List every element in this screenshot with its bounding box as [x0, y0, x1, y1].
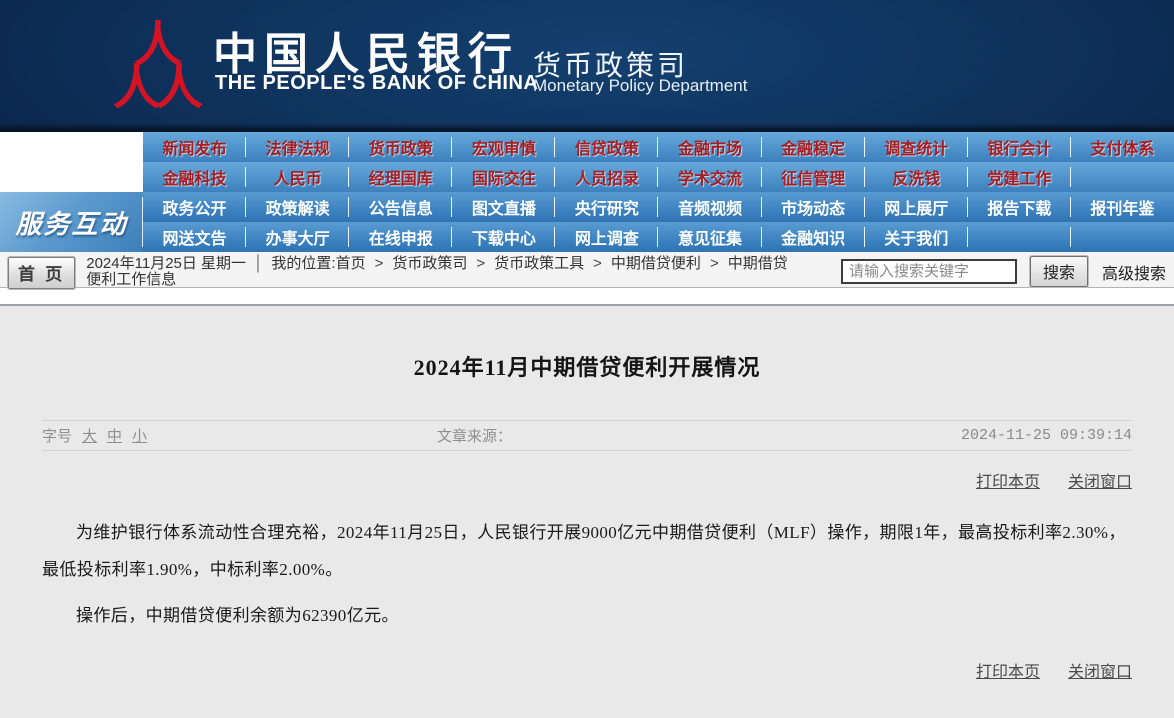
font-size-option-小[interactable]: 小 — [132, 425, 147, 446]
service-interaction-label: 服务互动 — [15, 204, 127, 241]
breadcrumb-home[interactable]: 我的位置:首页 — [271, 255, 365, 272]
nav-item-意见征集[interactable]: 意见征集 — [658, 222, 761, 252]
breadcrumb-item[interactable]: 货币政策工具 — [494, 255, 584, 272]
article-actions-bottom: 打印本页 关闭窗口 — [42, 658, 1132, 682]
nav-item-银行会计[interactable]: 银行会计 — [968, 132, 1071, 162]
nav-item-empty — [1071, 162, 1174, 192]
nav-item-央行研究[interactable]: 央行研究 — [555, 192, 658, 222]
nav-item-金融知识[interactable]: 金融知识 — [762, 222, 865, 252]
search-zone: 搜索 高级搜索 — [841, 255, 1166, 287]
font-size-option-大[interactable]: 大 — [82, 425, 97, 446]
site-banner: 人 人 人 中国人民银行 THE PEOPLE'S BANK OF CHINA … — [0, 0, 1174, 132]
nav-item-网上调查[interactable]: 网上调查 — [555, 222, 658, 252]
breadcrumb-item[interactable]: 货币政策司 — [392, 255, 467, 272]
service-interaction-block: 服务互动 — [0, 192, 143, 252]
page-title: 2024年11月中期借贷便利开展情况 — [42, 306, 1132, 382]
nav-item-下载中心[interactable]: 下载中心 — [452, 222, 555, 252]
close-window-link[interactable]: 关闭窗口 — [1068, 658, 1132, 682]
breadcrumb-separator: > — [710, 255, 719, 272]
nav-item-法律法规[interactable]: 法律法规 — [246, 132, 349, 162]
nav-item-政策解读[interactable]: 政策解读 — [246, 192, 349, 222]
nav-item-市场动态[interactable]: 市场动态 — [762, 192, 865, 222]
nav-item-党建工作[interactable]: 党建工作 — [968, 162, 1071, 192]
close-window-link[interactable]: 关闭窗口 — [1068, 468, 1132, 492]
nav-item-支付体系[interactable]: 支付体系 — [1071, 132, 1174, 162]
home-button[interactable]: 首 页 — [8, 257, 75, 289]
font-size-option-中[interactable]: 中 — [107, 425, 122, 446]
article-paragraph: 操作后，中期借贷便利余额为62390亿元。 — [42, 597, 1132, 634]
breadcrumb-bar: 首 页 2024年11月25日 星期一 │ 我的位置:首页 > 货币政策司 > 货币政策工具… — [0, 252, 1174, 288]
source-label: 文章来源： — [437, 425, 512, 446]
search-button[interactable]: 搜索 — [1030, 256, 1088, 287]
breadcrumb-separator: > — [593, 255, 602, 272]
nav-item-人员招录[interactable]: 人员招录 — [555, 162, 658, 192]
nav-item-调查统计[interactable]: 调查统计 — [865, 132, 968, 162]
nav-item-音频视频[interactable]: 音频视频 — [658, 192, 761, 222]
nav-grid-top: 新闻发布法律法规货币政策宏观审慎信贷政策金融市场金融稳定调查统计银行会计支付体系… — [143, 132, 1174, 192]
nav-item-宏观审慎[interactable]: 宏观审慎 — [452, 132, 555, 162]
article-area: 2024年11月中期借贷便利开展情况 字号 大中小 文章来源： 2024-11-… — [0, 306, 1174, 718]
nav-item-网上展厅[interactable]: 网上展厅 — [865, 192, 968, 222]
nav-item-政务公开[interactable]: 政务公开 — [143, 192, 246, 222]
nav-item-经理国库[interactable]: 经理国库 — [349, 162, 452, 192]
nav-item-网送文告[interactable]: 网送文告 — [143, 222, 246, 252]
department-name-english: Monetary Policy Department — [533, 76, 747, 96]
nav-item-empty — [1071, 222, 1174, 252]
breadcrumb-separator: > — [476, 255, 485, 272]
spacer — [0, 288, 1174, 304]
article-body: 为维护银行体系流动性合理充裕，2024年11月25日，人民银行开展9000亿元中… — [42, 514, 1132, 634]
nav-item-学术交流[interactable]: 学术交流 — [658, 162, 761, 192]
nav-item-empty — [968, 222, 1071, 252]
nav-item-报刊年鉴[interactable]: 报刊年鉴 — [1071, 192, 1174, 222]
bank-name-english: THE PEOPLE'S BANK OF CHINA — [215, 72, 538, 95]
nav-item-国际交往[interactable]: 国际交往 — [452, 162, 555, 192]
svg-text:人: 人 — [155, 62, 203, 113]
print-page-link[interactable]: 打印本页 — [976, 468, 1040, 492]
nav-item-货币政策[interactable]: 货币政策 — [349, 132, 452, 162]
article-meta-bar: 字号 大中小 文章来源： 2024-11-25 09:39:14 — [42, 420, 1132, 451]
publish-timestamp: 2024-11-25 09:39:14 — [961, 427, 1132, 444]
nav-item-图文直播[interactable]: 图文直播 — [452, 192, 555, 222]
breadcrumb-item[interactable]: 中期借贷便利 — [611, 255, 701, 272]
article-paragraph: 为维护银行体系流动性合理充裕，2024年11月25日，人民银行开展9000亿元中… — [42, 514, 1132, 588]
main-navigation: 新闻发布法律法规货币政策宏观审慎信贷政策金融市场金融稳定调查统计银行会计支付体系… — [0, 132, 1174, 252]
nav-item-关于我们[interactable]: 关于我们 — [865, 222, 968, 252]
search-input[interactable] — [841, 259, 1017, 284]
font-size-label: 字号 — [42, 425, 72, 446]
breadcrumb-separator: > — [375, 255, 384, 272]
nav-item-反洗钱[interactable]: 反洗钱 — [865, 162, 968, 192]
nav-item-金融科技[interactable]: 金融科技 — [143, 162, 246, 192]
nav-item-报告下载[interactable]: 报告下载 — [968, 192, 1071, 222]
pboc-logo-icon: 人 人 人 — [112, 18, 204, 113]
nav-item-人民币[interactable]: 人民币 — [246, 162, 349, 192]
nav-item-公告信息[interactable]: 公告信息 — [349, 192, 452, 222]
font-size-controls: 字号 大中小 — [42, 425, 147, 446]
advanced-search-link[interactable]: 高级搜索 — [1102, 260, 1166, 284]
svg-text:人: 人 — [113, 62, 161, 113]
nav-item-信贷政策[interactable]: 信贷政策 — [555, 132, 658, 162]
separator: │ — [254, 255, 263, 272]
nav-item-在线申报[interactable]: 在线申报 — [349, 222, 452, 252]
nav-item-办事大厅[interactable]: 办事大厅 — [246, 222, 349, 252]
nav-item-征信管理[interactable]: 征信管理 — [762, 162, 865, 192]
breadcrumb: 2024年11月25日 星期一 │ 我的位置:首页 > 货币政策司 > 货币政策工具 > 中期借… — [86, 255, 798, 288]
nav-item-新闻发布[interactable]: 新闻发布 — [143, 132, 246, 162]
print-page-link[interactable]: 打印本页 — [976, 658, 1040, 682]
current-date: 2024年11月25日 星期一 — [86, 255, 246, 272]
nav-left-spacer — [0, 132, 143, 192]
nav-grid-bottom: 政务公开政策解读公告信息图文直播央行研究音频视频市场动态网上展厅报告下载报刊年鉴… — [143, 192, 1174, 252]
nav-item-金融稳定[interactable]: 金融稳定 — [762, 132, 865, 162]
article-actions-top: 打印本页 关闭窗口 — [42, 468, 1132, 492]
nav-item-金融市场[interactable]: 金融市场 — [658, 132, 761, 162]
